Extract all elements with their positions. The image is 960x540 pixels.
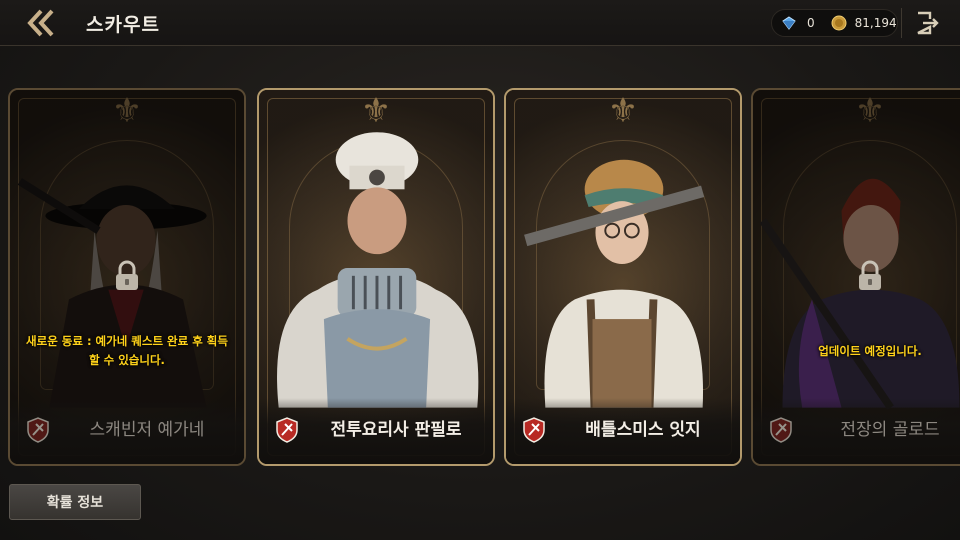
double-chevron-left-icon — [27, 9, 54, 37]
locked-notice: 새로운 동료 : 예가네 퀘스트 완료 후 획득 할 수 있습니다. — [10, 332, 244, 370]
exit-door-icon — [917, 11, 939, 35]
character-name: 스캐빈저 예가네 — [89, 420, 205, 440]
character-name: 배틀스미스 잇지 — [585, 420, 701, 440]
combat-class-badge-icon — [770, 417, 792, 443]
scout-card-panfilo[interactable]: ⚜ 전투요리사 판필로 — [257, 88, 495, 466]
gold-count: 81,194 — [854, 16, 897, 30]
combat-class-badge-icon — [276, 417, 298, 443]
locked-notice: 업데이트 예정입니다. — [753, 342, 960, 361]
exit-button[interactable] — [912, 8, 942, 38]
gem-count: 0 — [807, 16, 815, 30]
card-name-bar: 스캐빈저 예가네 — [10, 398, 244, 464]
card-name-bar: 전투요리사 판필로 — [259, 398, 493, 464]
lock-icon — [116, 260, 138, 290]
character-portrait — [524, 159, 705, 408]
character-name: 전장의 골로드 — [840, 420, 940, 440]
notice-line: 새로운 동료 : 예가네 퀘스트 완료 후 획득 — [26, 334, 228, 348]
currency-display: 0 81,194 — [771, 9, 898, 37]
scout-card-golord[interactable]: ⚜ 업데이트 예정입니다. 전장의 골로드 — [751, 88, 960, 466]
character-portrait — [277, 132, 479, 408]
notice-line: 업데이트 예정입니다. — [818, 344, 922, 358]
back-button[interactable] — [18, 4, 66, 42]
combat-class-badge-icon — [27, 417, 49, 443]
probability-info-button[interactable]: 확률 정보 — [9, 484, 141, 520]
combat-class-badge-icon — [523, 417, 545, 443]
notice-line: 할 수 있습니다. — [89, 353, 165, 367]
scout-card-yegane[interactable]: ⚜ 새로운 동료 : 예가네 퀘스트 완료 후 획득 할 수 있습니다. 스캐빈… — [8, 88, 246, 466]
lock-icon — [859, 260, 881, 290]
card-name-bar: 배틀스미스 잇지 — [506, 398, 740, 464]
blue-gem-icon — [782, 16, 796, 30]
scout-card-izzy[interactable]: ⚜ 배틀스미스 잇지 — [504, 88, 742, 466]
gold-coin-icon — [831, 15, 847, 31]
top-bar: 스카우트 0 81,194 — [0, 0, 960, 46]
character-name: 전투요리사 판필로 — [330, 420, 462, 440]
page-title: 스카우트 — [86, 14, 160, 36]
header-divider — [901, 8, 902, 38]
card-name-bar: 전장의 골로드 — [753, 398, 960, 464]
